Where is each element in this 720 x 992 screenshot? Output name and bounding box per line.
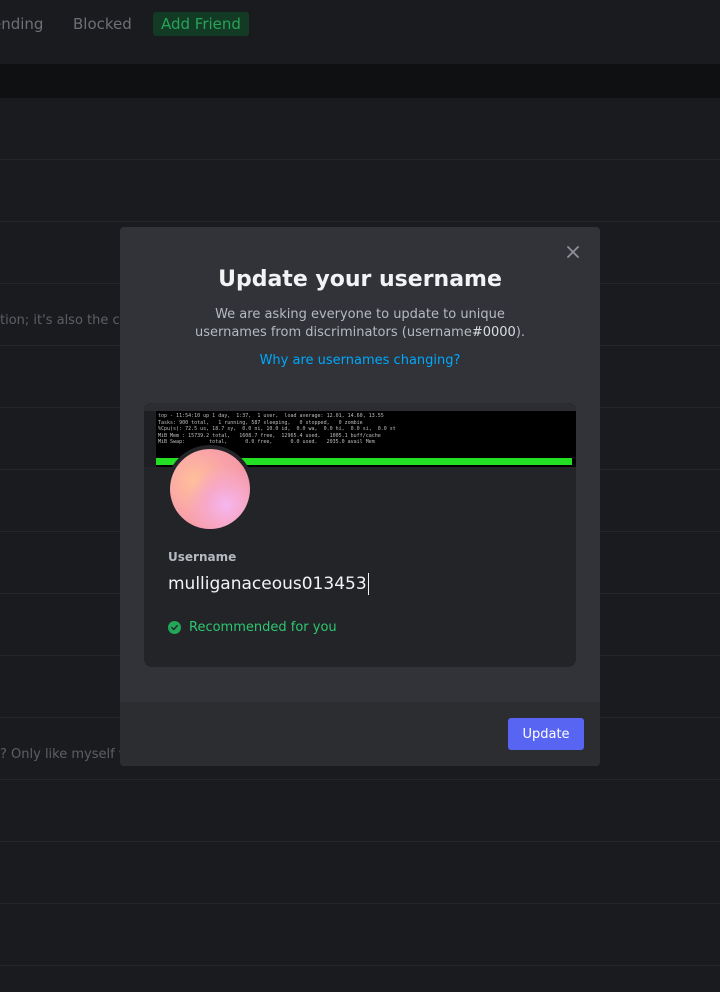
modal-description: We are asking everyone to update to uniq… bbox=[194, 307, 526, 340]
why-usernames-changing-link[interactable]: Why are usernames changing? bbox=[120, 353, 600, 368]
modal-footer: Update bbox=[120, 702, 600, 766]
text-caret bbox=[367, 573, 369, 595]
profile-preview-card: top - 11:54:10 up 1 day, 1:37, 1 user, l… bbox=[144, 403, 576, 667]
discriminator-example: #0000 bbox=[471, 325, 516, 340]
username-value: mulliganaceous013453 bbox=[168, 574, 367, 594]
checkmark-icon bbox=[168, 621, 181, 634]
close-icon bbox=[567, 246, 579, 258]
recommended-text: Recommended for you bbox=[189, 620, 337, 635]
avatar bbox=[166, 445, 254, 533]
banner-terminal-text: top - 11:54:10 up 1 day, 1:37, 1 user, l… bbox=[158, 413, 396, 445]
recommended-hint: Recommended for you bbox=[168, 620, 337, 635]
banner-tab-strip bbox=[144, 403, 576, 411]
username-label: Username bbox=[168, 550, 237, 564]
banner-sidebar bbox=[144, 411, 156, 467]
close-button[interactable] bbox=[562, 241, 584, 263]
update-username-modal: Update your username We are asking every… bbox=[120, 227, 600, 766]
modal-title: Update your username bbox=[218, 267, 502, 292]
username-input[interactable]: mulliganaceous013453 bbox=[168, 570, 552, 598]
update-button[interactable]: Update bbox=[508, 718, 584, 750]
avatar-image bbox=[170, 449, 250, 529]
